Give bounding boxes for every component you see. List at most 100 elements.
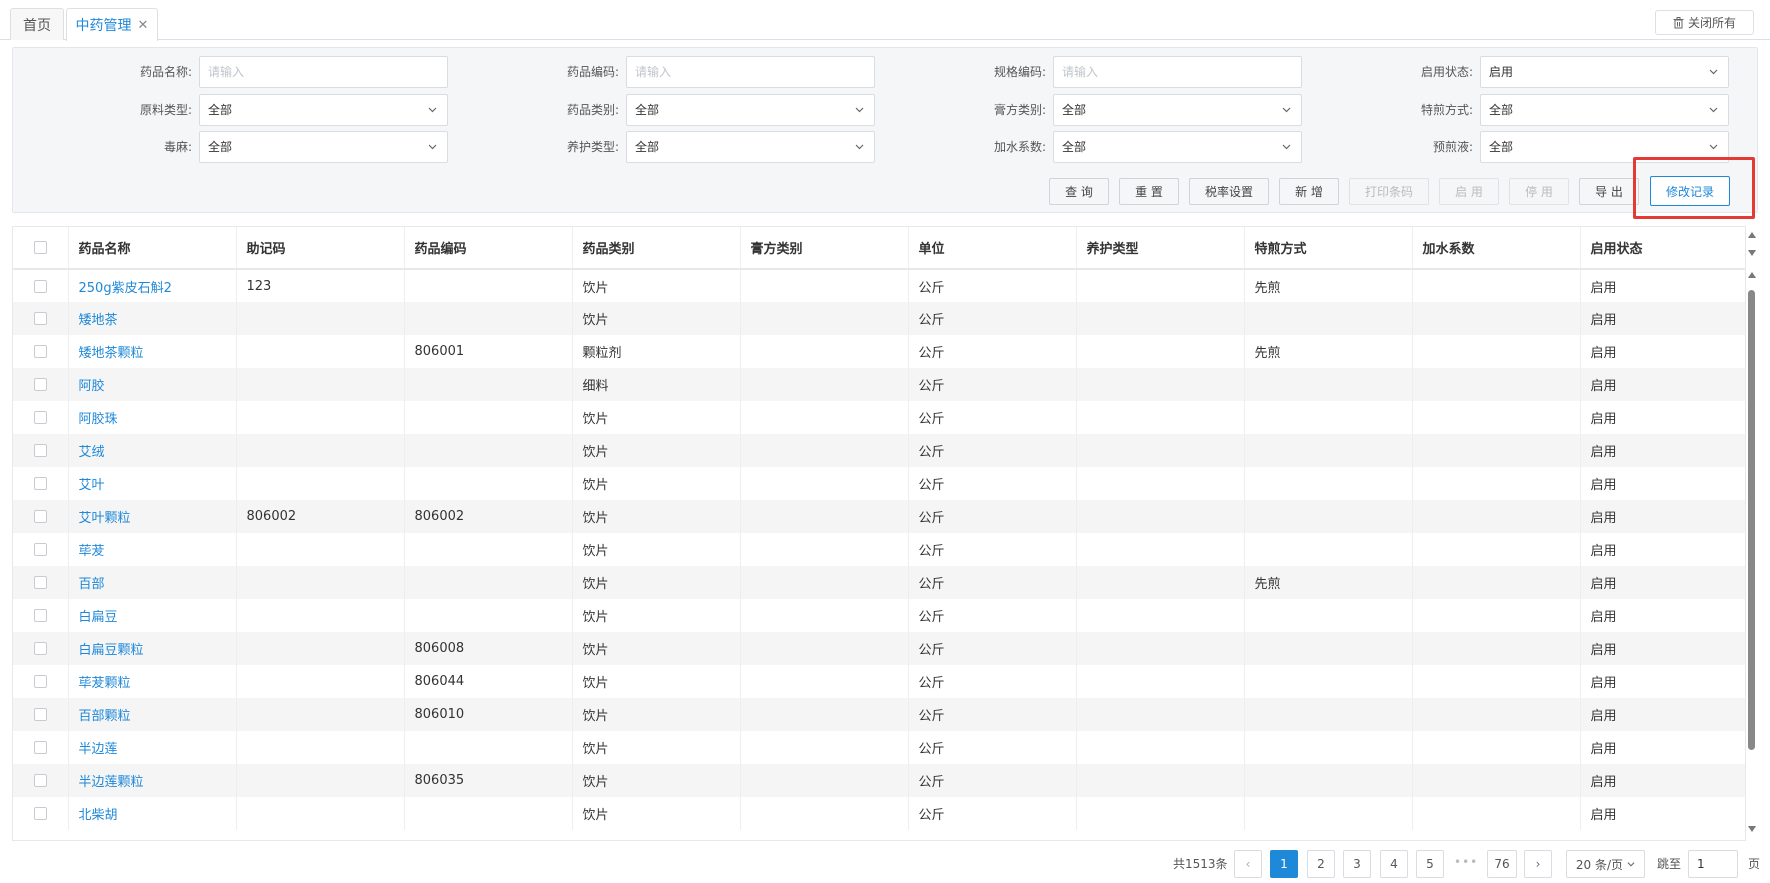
cell-drug-name[interactable]: 百部颗粒	[68, 698, 237, 731]
table-row[interactable]: 阿胶珠 饮片 公斤 启用	[13, 401, 1745, 434]
cell-drug-name[interactable]: 矮地茶	[68, 302, 237, 335]
header-drug-category[interactable]: 药品类别	[572, 227, 741, 270]
close-icon[interactable]: ✕	[138, 18, 149, 33]
cell-drug-name[interactable]: 半边莲	[68, 731, 237, 764]
scroll-thumb[interactable]	[1748, 290, 1755, 750]
page-button[interactable]: 5	[1416, 850, 1444, 878]
row-checkbox[interactable]	[33, 774, 47, 787]
water-coef-select[interactable]: 全部	[1053, 131, 1302, 163]
page-button[interactable]: 4	[1380, 850, 1408, 878]
row-checkbox[interactable]	[33, 708, 47, 721]
header-decoct-method[interactable]: 特煎方式	[1244, 227, 1413, 270]
table-row[interactable]: 矮地茶 饮片 公斤 启用	[13, 302, 1745, 335]
prev-page-button[interactable]: ‹	[1234, 850, 1262, 878]
cell-drug-name[interactable]: 艾绒	[68, 434, 237, 467]
header-paste-category[interactable]: 膏方类别	[740, 227, 909, 270]
cell-drug-name[interactable]: 荜茇	[68, 533, 237, 566]
scroll-down-arrow-icon[interactable]	[1748, 826, 1756, 832]
cell-drug-name[interactable]: 矮地茶颗粒	[68, 335, 237, 368]
print-barcode-button[interactable]: 打印条码	[1349, 178, 1429, 205]
header-drug-name[interactable]: 药品名称	[68, 227, 237, 270]
table-row[interactable]: 阿胶 细料 公斤 启用	[13, 368, 1745, 401]
table-row[interactable]: 北柴胡 饮片 公斤 启用	[13, 797, 1745, 830]
row-checkbox[interactable]	[33, 609, 47, 622]
table-row[interactable]: 半边莲颗粒 806035 饮片 公斤 启用	[13, 764, 1745, 797]
row-checkbox[interactable]	[33, 741, 47, 754]
paste-category-select[interactable]: 全部	[1053, 94, 1302, 126]
header-drug-code[interactable]: 药品编码	[404, 227, 573, 270]
table-row[interactable]: 百部颗粒 806010 饮片 公斤 启用	[13, 698, 1745, 731]
material-type-select[interactable]: 全部	[199, 94, 448, 126]
cell-drug-name[interactable]: 白扁豆颗粒	[68, 632, 237, 665]
table-row[interactable]: 艾叶颗粒 806002 806002 饮片 公斤 启用	[13, 500, 1745, 533]
cell-drug-name[interactable]: 北柴胡	[68, 797, 237, 830]
pre-decoct-select[interactable]: 全部	[1480, 131, 1729, 163]
cell-drug-name[interactable]: 白扁豆	[68, 599, 237, 632]
table-row[interactable]: 250g紫皮石斛2 123 饮片 公斤 先煎 启用	[13, 269, 1745, 302]
cell-drug-name[interactable]: 阿胶	[68, 368, 237, 401]
cell-drug-name[interactable]: 荜茇颗粒	[68, 665, 237, 698]
tab-herb-management[interactable]: 中药管理 ✕	[66, 8, 158, 41]
drug-code-input[interactable]: 请输入	[626, 56, 875, 88]
select-all-checkbox[interactable]	[33, 241, 47, 254]
cell-drug-name[interactable]: 阿胶珠	[68, 401, 237, 434]
tax-settings-button[interactable]: 税率设置	[1189, 178, 1269, 205]
cell-drug-name[interactable]: 艾叶颗粒	[68, 500, 237, 533]
table-row[interactable]: 艾叶 饮片 公斤 启用	[13, 467, 1745, 500]
cell-drug-name[interactable]: 半边莲颗粒	[68, 764, 237, 797]
scroll-down-arrow-icon[interactable]	[1748, 250, 1756, 256]
page-button-last[interactable]: 76	[1487, 850, 1517, 878]
table-row[interactable]: 艾绒 饮片 公斤 启用	[13, 434, 1745, 467]
table-scrollbar[interactable]	[1746, 226, 1758, 841]
add-button[interactable]: 新 增	[1279, 178, 1339, 205]
drug-name-input[interactable]: 请输入	[199, 56, 448, 88]
table-row[interactable]: 矮地茶颗粒 806001 颗粒剂 公斤 先煎 启用	[13, 335, 1745, 368]
table-row[interactable]: 荜茇颗粒 806044 饮片 公斤 启用	[13, 665, 1745, 698]
row-checkbox[interactable]	[33, 510, 47, 523]
page-button[interactable]: 2	[1307, 850, 1335, 878]
header-care-type[interactable]: 养护类型	[1076, 227, 1245, 270]
cell-drug-name[interactable]: 250g紫皮石斛2	[68, 269, 237, 302]
jump-to-input[interactable]: 1	[1688, 850, 1738, 878]
row-checkbox[interactable]	[33, 444, 47, 457]
decoct-method-select[interactable]: 全部	[1480, 94, 1729, 126]
spec-code-input[interactable]: 请输入	[1053, 56, 1302, 88]
drug-category-select[interactable]: 全部	[626, 94, 875, 126]
table-row[interactable]: 荜茇 饮片 公斤 启用	[13, 533, 1745, 566]
scroll-up-arrow-icon[interactable]	[1748, 232, 1756, 238]
row-checkbox[interactable]	[33, 279, 47, 293]
disable-button[interactable]: 停 用	[1509, 178, 1569, 205]
page-size-select[interactable]: 20 条/页	[1566, 850, 1645, 878]
row-checkbox[interactable]	[33, 675, 47, 688]
row-checkbox[interactable]	[33, 312, 47, 325]
cell-drug-name[interactable]: 艾叶	[68, 467, 237, 500]
table-row[interactable]: 百部 饮片 公斤 先煎 启用	[13, 566, 1745, 599]
page-button[interactable]: 1	[1270, 850, 1298, 878]
table-row[interactable]: 半边莲 饮片 公斤 启用	[13, 731, 1745, 764]
export-button[interactable]: 导 出	[1579, 178, 1639, 205]
table-row[interactable]: 白扁豆颗粒 806008 饮片 公斤 启用	[13, 632, 1745, 665]
header-enable-status[interactable]: 启用状态	[1580, 227, 1745, 270]
table-row[interactable]: 白扁豆 饮片 公斤 启用	[13, 599, 1745, 632]
scroll-up-arrow-icon[interactable]	[1748, 272, 1756, 278]
change-log-button[interactable]: 修改记录	[1650, 176, 1730, 206]
row-checkbox[interactable]	[33, 576, 47, 589]
enable-button[interactable]: 启 用	[1439, 178, 1499, 205]
care-type-select[interactable]: 全部	[626, 131, 875, 163]
row-checkbox[interactable]	[33, 543, 47, 556]
cell-drug-name[interactable]: 百部	[68, 566, 237, 599]
row-checkbox[interactable]	[33, 345, 47, 358]
row-checkbox[interactable]	[33, 642, 47, 655]
page-button[interactable]: 3	[1343, 850, 1371, 878]
row-checkbox[interactable]	[33, 411, 47, 424]
tab-home[interactable]: 首页	[10, 8, 64, 40]
header-unit[interactable]: 单位	[908, 227, 1077, 270]
query-button[interactable]: 查 询	[1049, 178, 1109, 205]
pagination-ellipsis[interactable]: •••	[1454, 855, 1478, 869]
row-checkbox[interactable]	[33, 477, 47, 490]
row-checkbox[interactable]	[33, 378, 47, 391]
reset-button[interactable]: 重 置	[1119, 178, 1179, 205]
toxic-select[interactable]: 全部	[199, 131, 448, 163]
enable-status-select[interactable]: 启用	[1480, 56, 1729, 88]
header-water-coef[interactable]: 加水系数	[1412, 227, 1581, 270]
